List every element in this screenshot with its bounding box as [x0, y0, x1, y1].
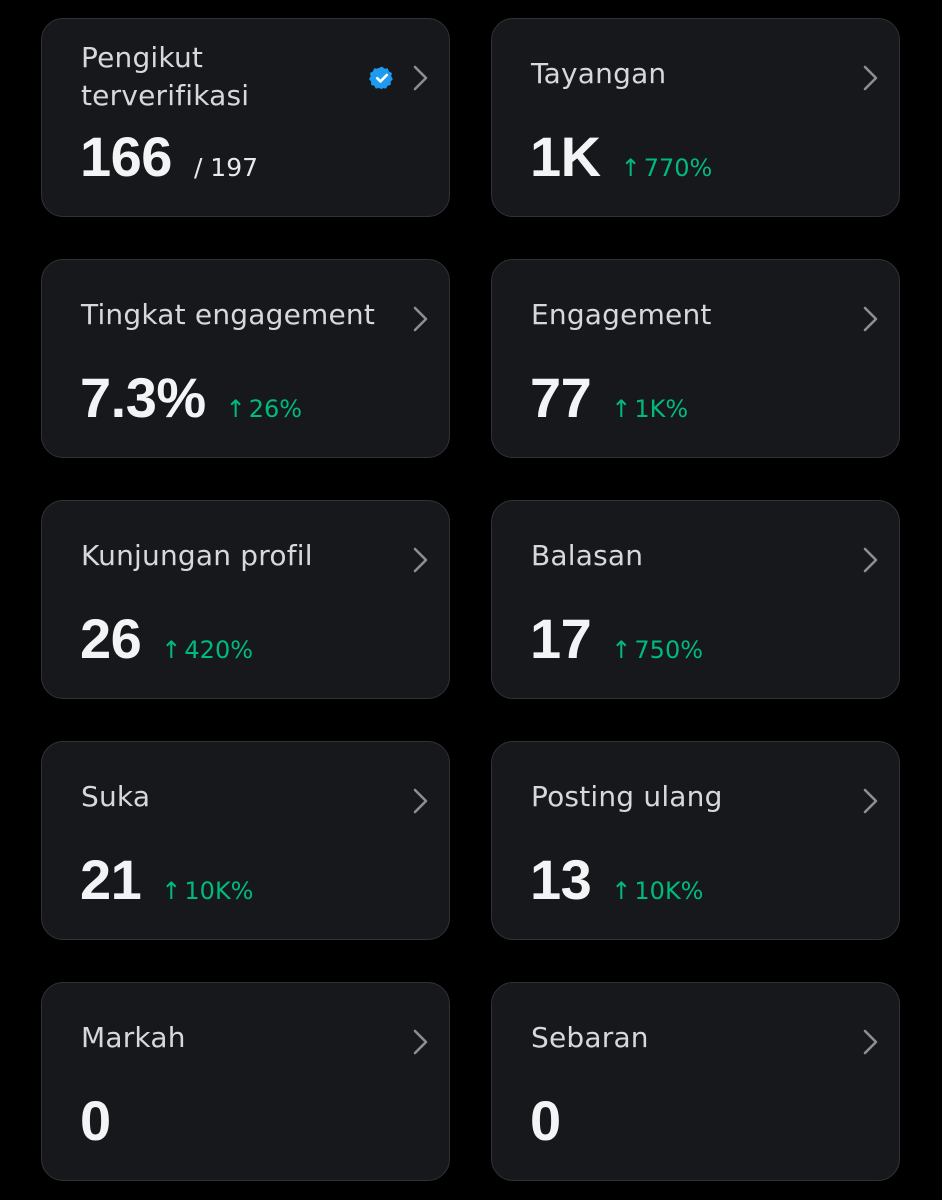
metric-value: 26	[80, 607, 142, 670]
card-label: Tayangan	[531, 57, 667, 90]
value-row: 1K ↑ 770%	[530, 125, 712, 189]
chevron-right-icon	[859, 63, 881, 93]
arrow-up-icon: ↑	[161, 636, 182, 664]
card-engagement-rate[interactable]: Tingkat engagement 7.3% ↑ 26%	[41, 259, 450, 458]
metric-value: 0	[530, 1089, 561, 1152]
card-impressions[interactable]: Tayangan 1K ↑ 770%	[491, 18, 900, 217]
value-row: 0	[530, 1089, 561, 1153]
arrow-up-icon: ↑	[620, 154, 641, 182]
card-label: Engagement	[531, 298, 712, 331]
card-reposts[interactable]: Posting ulang 13 ↑ 10K%	[491, 741, 900, 940]
arrow-up-icon: ↑	[611, 636, 632, 664]
change-value: 10K%	[634, 877, 704, 905]
card-verified-followers[interactable]: Pengikut terverifikasi 166 / 197	[41, 18, 450, 217]
change-value: 420%	[184, 636, 254, 664]
card-label: Suka	[81, 780, 151, 813]
value-row: 21 ↑ 10K%	[80, 848, 254, 912]
value-row: 0	[80, 1089, 111, 1153]
chevron-right-icon	[409, 786, 431, 816]
card-replies[interactable]: Balasan 17 ↑ 750%	[491, 500, 900, 699]
value-row: 17 ↑ 750%	[530, 607, 703, 671]
chevron-right-icon	[859, 1027, 881, 1057]
change-indicator: ↑ 770%	[621, 154, 713, 182]
value-row: 26 ↑ 420%	[80, 607, 253, 671]
chevron-right-icon	[859, 545, 881, 575]
metric-value: 21	[80, 848, 142, 911]
metric-value: 166	[80, 125, 172, 188]
change-value: 750%	[634, 636, 704, 664]
chevron-right-icon	[409, 1027, 431, 1057]
change-indicator: ↑ 10K%	[611, 877, 703, 905]
card-label: Pengikut terverifikasi	[81, 41, 250, 112]
metric-value: 7.3%	[80, 366, 206, 429]
verified-badge-icon	[369, 65, 395, 91]
metric-value: 13	[530, 848, 592, 911]
change-value: 10K%	[184, 877, 254, 905]
card-engagements[interactable]: Engagement 77 ↑ 1K%	[491, 259, 900, 458]
change-indicator: ↑ 10K%	[161, 877, 253, 905]
arrow-up-icon: ↑	[161, 877, 182, 905]
chevron-right-icon	[409, 545, 431, 575]
change-indicator: ↑ 1K%	[611, 395, 688, 423]
card-label: Balasan	[531, 539, 644, 572]
card-label: Markah	[81, 1021, 186, 1054]
metric-value: 77	[530, 366, 592, 429]
change-indicator: ↑ 26%	[226, 395, 302, 423]
value-row: 77 ↑ 1K%	[530, 366, 688, 430]
card-label: Sebaran	[531, 1021, 649, 1054]
card-profile-visits[interactable]: Kunjungan profil 26 ↑ 420%	[41, 500, 450, 699]
card-bookmarks[interactable]: Markah 0	[41, 982, 450, 1181]
card-shares[interactable]: Sebaran 0	[491, 982, 900, 1181]
change-value: 1K%	[634, 395, 689, 423]
chevron-right-icon	[409, 63, 431, 93]
metric-value: 0	[80, 1089, 111, 1152]
card-label: Tingkat engagement	[81, 298, 376, 331]
card-label: Posting ulang	[531, 780, 723, 813]
arrow-up-icon: ↑	[611, 395, 632, 423]
change-indicator: ↑ 750%	[611, 636, 703, 664]
metric-value: 17	[530, 607, 592, 670]
metric-total: / 197	[193, 153, 259, 182]
change-indicator: ↑ 420%	[161, 636, 253, 664]
change-value: 26%	[248, 395, 303, 423]
arrow-up-icon: ↑	[611, 877, 632, 905]
arrow-up-icon: ↑	[225, 395, 246, 423]
value-row: 13 ↑ 10K%	[530, 848, 704, 912]
chevron-right-icon	[859, 786, 881, 816]
card-label: Kunjungan profil	[81, 539, 313, 572]
chevron-right-icon	[859, 304, 881, 334]
value-row: 166 / 197	[80, 125, 258, 189]
change-value: 770%	[643, 154, 713, 182]
card-likes[interactable]: Suka 21 ↑ 10K%	[41, 741, 450, 940]
metric-value: 1K	[530, 125, 601, 188]
value-row: 7.3% ↑ 26%	[80, 366, 302, 430]
chevron-right-icon	[409, 304, 431, 334]
